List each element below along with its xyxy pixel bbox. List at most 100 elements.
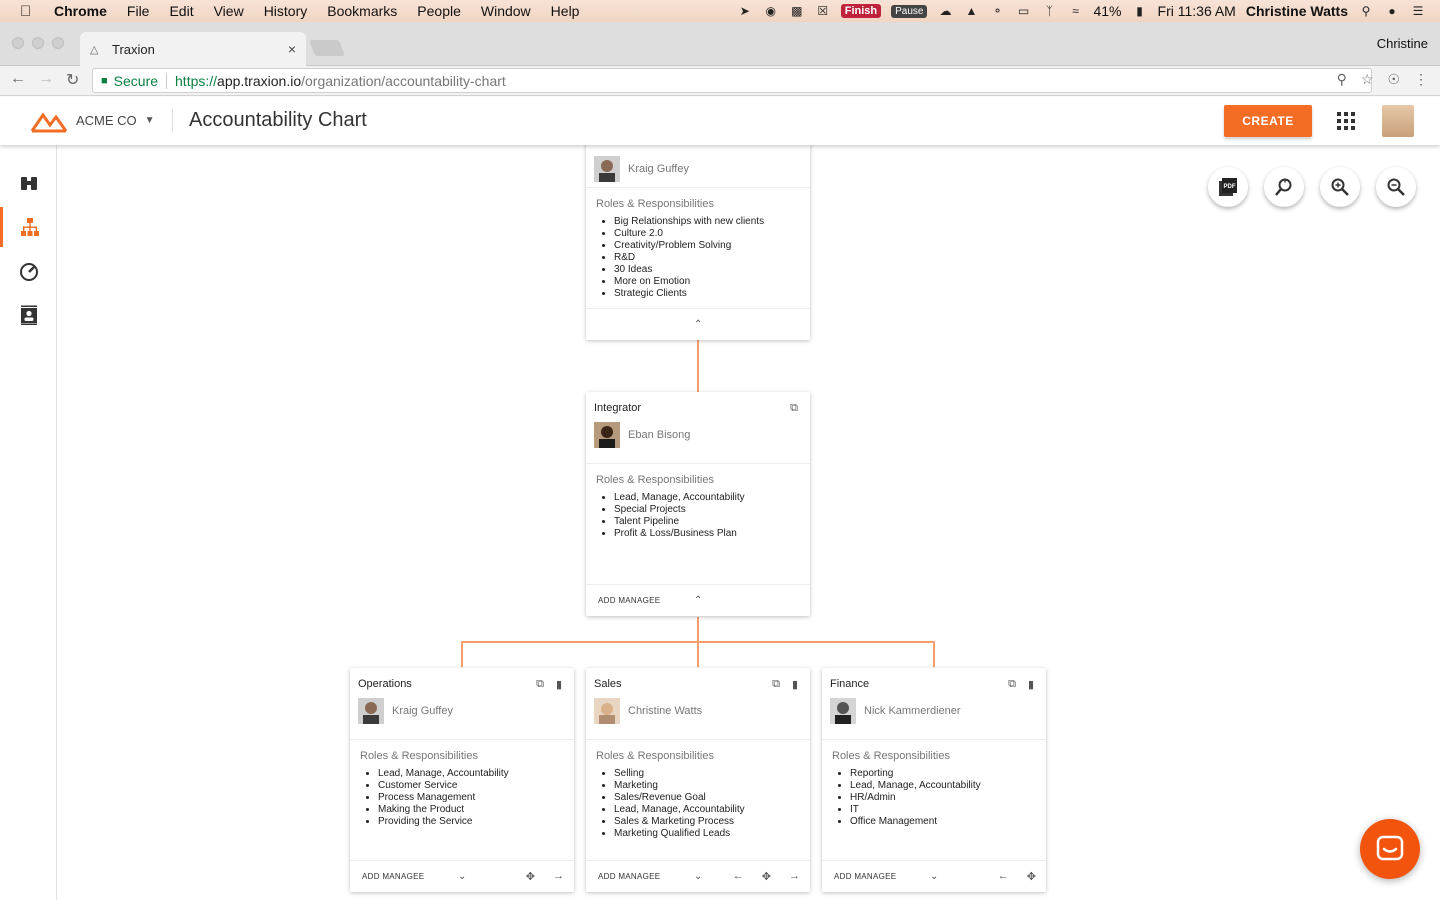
- menu-people[interactable]: People: [417, 3, 461, 19]
- key-icon[interactable]: ⚲: [1337, 71, 1347, 88]
- forward-icon[interactable]: →: [38, 70, 54, 88]
- menubar-clock[interactable]: Fri 11:36 AM: [1158, 3, 1236, 19]
- menu-view[interactable]: View: [214, 3, 244, 19]
- maximize-window-button[interactable]: [52, 37, 64, 49]
- menu-history[interactable]: History: [264, 3, 308, 19]
- finance-card[interactable]: Finance ⧉ ▮ Nick Kammerdiener Roles & Re…: [822, 668, 1046, 892]
- user-avatar[interactable]: [1382, 105, 1414, 137]
- arrow-right-icon[interactable]: →: [553, 870, 564, 883]
- add-managee-button[interactable]: ADD MANAGEE: [598, 872, 660, 881]
- trash-icon[interactable]: ▮: [792, 678, 798, 691]
- tab-strip: △ Traxion × Christine: [0, 22, 1440, 66]
- menu-bookmarks[interactable]: Bookmarks: [327, 3, 397, 19]
- add-managee-button[interactable]: ADD MANAGEE: [834, 872, 896, 881]
- sidebar-item-accountability-chart[interactable]: [0, 207, 57, 247]
- open-external-icon[interactable]: ⧉: [536, 678, 544, 691]
- profile-name[interactable]: Christine: [1377, 36, 1428, 51]
- arrow-left-icon[interactable]: ←: [998, 870, 1009, 883]
- add-managee-button[interactable]: ADD MANAGEE: [598, 596, 660, 605]
- chat-launcher-button[interactable]: [1360, 819, 1420, 879]
- chevron-down-icon[interactable]: ⌄: [930, 871, 938, 882]
- chart-canvas[interactable]: Kraig Guffey Roles & Responsibilities Bi…: [57, 145, 1440, 900]
- back-icon[interactable]: ←: [10, 70, 26, 88]
- menu-help[interactable]: Help: [551, 3, 580, 19]
- zoom-out-button[interactable]: [1376, 167, 1416, 207]
- chevron-down-icon[interactable]: ⌄: [694, 871, 702, 882]
- record-icon[interactable]: ◉: [763, 4, 779, 18]
- header-divider: [172, 109, 173, 133]
- move-icon[interactable]: ✥: [1027, 870, 1036, 883]
- sidebar-item-dashboard[interactable]: [0, 251, 57, 291]
- menu-file[interactable]: File: [127, 3, 150, 19]
- sidebar-item-explore[interactable]: [0, 163, 57, 203]
- arrow-right-icon[interactable]: →: [789, 870, 800, 883]
- sidebar-item-people[interactable]: [0, 295, 57, 335]
- create-button[interactable]: CREATE: [1224, 105, 1312, 137]
- integrator-card[interactable]: Integrator ⧉ Eban Bisong Roles & Respons…: [586, 392, 810, 616]
- chrome-menu-icon[interactable]: ⋮: [1414, 71, 1428, 88]
- move-icon[interactable]: ✥: [762, 870, 771, 883]
- list-item: Profit & Loss/Business Plan: [614, 528, 800, 540]
- arrow-left-icon[interactable]: ←: [733, 870, 744, 883]
- drive-icon[interactable]: ▲: [963, 4, 979, 18]
- creative-cloud-icon[interactable]: ⚬: [989, 4, 1005, 18]
- finish-badge[interactable]: Finish: [840, 4, 882, 18]
- list-item: Lead, Manage, Accountability: [614, 492, 800, 504]
- chat-icon: [1376, 835, 1404, 861]
- tab-traxion[interactable]: △ Traxion ×: [80, 32, 306, 66]
- chevron-up-icon[interactable]: ⌃: [694, 319, 702, 330]
- reset-zoom-button[interactable]: [1264, 167, 1304, 207]
- close-square-icon[interactable]: ☒: [815, 4, 831, 18]
- siri-icon[interactable]: ●: [1384, 4, 1400, 18]
- extension-icon[interactable]: ☉: [1387, 71, 1400, 88]
- chevron-down-icon[interactable]: ⌄: [458, 871, 466, 882]
- cloud-icon[interactable]: ☁: [937, 4, 953, 18]
- url-input[interactable]: ■ Secure https:// app.traxion.io /organi…: [92, 68, 1372, 93]
- menu-window[interactable]: Window: [481, 3, 531, 19]
- battery-icon[interactable]: ▮: [1132, 4, 1148, 18]
- wifi-icon[interactable]: ≈: [1067, 4, 1083, 18]
- zoom-in-button[interactable]: [1320, 167, 1360, 207]
- address-bar: ← → ↻ ■ Secure https:// app.traxion.io /…: [0, 66, 1440, 96]
- mac-menubar:  Chrome File Edit View History Bookmark…: [0, 0, 1440, 22]
- caret-down-icon: ▼: [144, 115, 155, 126]
- pause-badge[interactable]: Pause: [891, 4, 928, 18]
- apple-icon[interactable]: : [20, 3, 40, 20]
- menubar-user[interactable]: Christine Watts: [1246, 3, 1348, 19]
- close-window-button[interactable]: [12, 37, 24, 49]
- spotlight-icon[interactable]: ⚲: [1358, 4, 1374, 18]
- camera-off-icon[interactable]: ▩: [789, 4, 805, 18]
- open-external-icon[interactable]: ⧉: [1008, 678, 1016, 691]
- airplay-icon[interactable]: ▭: [1015, 4, 1031, 18]
- trash-icon[interactable]: ▮: [556, 678, 562, 691]
- notification-center-icon[interactable]: ☰: [1410, 4, 1426, 18]
- traxion-logo-icon[interactable]: [30, 109, 68, 133]
- top-seat-card[interactable]: Kraig Guffey Roles & Responsibilities Bi…: [586, 145, 810, 340]
- list-item: Lead, Manage, Accountability: [614, 804, 800, 816]
- move-icon[interactable]: ✥: [526, 870, 535, 883]
- bookmark-star-icon[interactable]: ☆: [1361, 71, 1374, 88]
- bluetooth-icon[interactable]: ᛉ: [1041, 4, 1057, 18]
- menu-app[interactable]: Chrome: [54, 3, 107, 19]
- list-item: Marketing Qualified Leads: [614, 828, 800, 840]
- reload-icon[interactable]: ↻: [66, 70, 79, 90]
- operations-card[interactable]: Operations ⧉ ▮ Kraig Guffey Roles & Resp…: [350, 668, 574, 892]
- new-tab-button[interactable]: [309, 40, 345, 56]
- open-external-icon[interactable]: ⧉: [790, 402, 798, 415]
- window-controls: [12, 37, 64, 49]
- close-tab-icon[interactable]: ×: [288, 41, 296, 57]
- chevron-up-icon[interactable]: ⌃: [694, 595, 702, 606]
- list-item: Customer Service: [378, 780, 564, 792]
- open-external-icon[interactable]: ⧉: [772, 678, 780, 691]
- company-selector[interactable]: ACME CO ▼: [76, 113, 155, 128]
- apps-grid-icon[interactable]: [1337, 112, 1355, 130]
- minimize-window-button[interactable]: [32, 37, 44, 49]
- integrator-rr-label: Roles & Responsibilities: [596, 474, 714, 486]
- menu-edit[interactable]: Edit: [169, 3, 193, 19]
- add-managee-button[interactable]: ADD MANAGEE: [362, 872, 424, 881]
- location-icon[interactable]: ➤: [737, 4, 753, 18]
- export-pdf-button[interactable]: PDF: [1208, 167, 1248, 207]
- list-item: Marketing: [614, 780, 800, 792]
- sales-card[interactable]: Sales ⧉ ▮ Christine Watts Roles & Respon…: [586, 668, 810, 892]
- trash-icon[interactable]: ▮: [1028, 678, 1034, 691]
